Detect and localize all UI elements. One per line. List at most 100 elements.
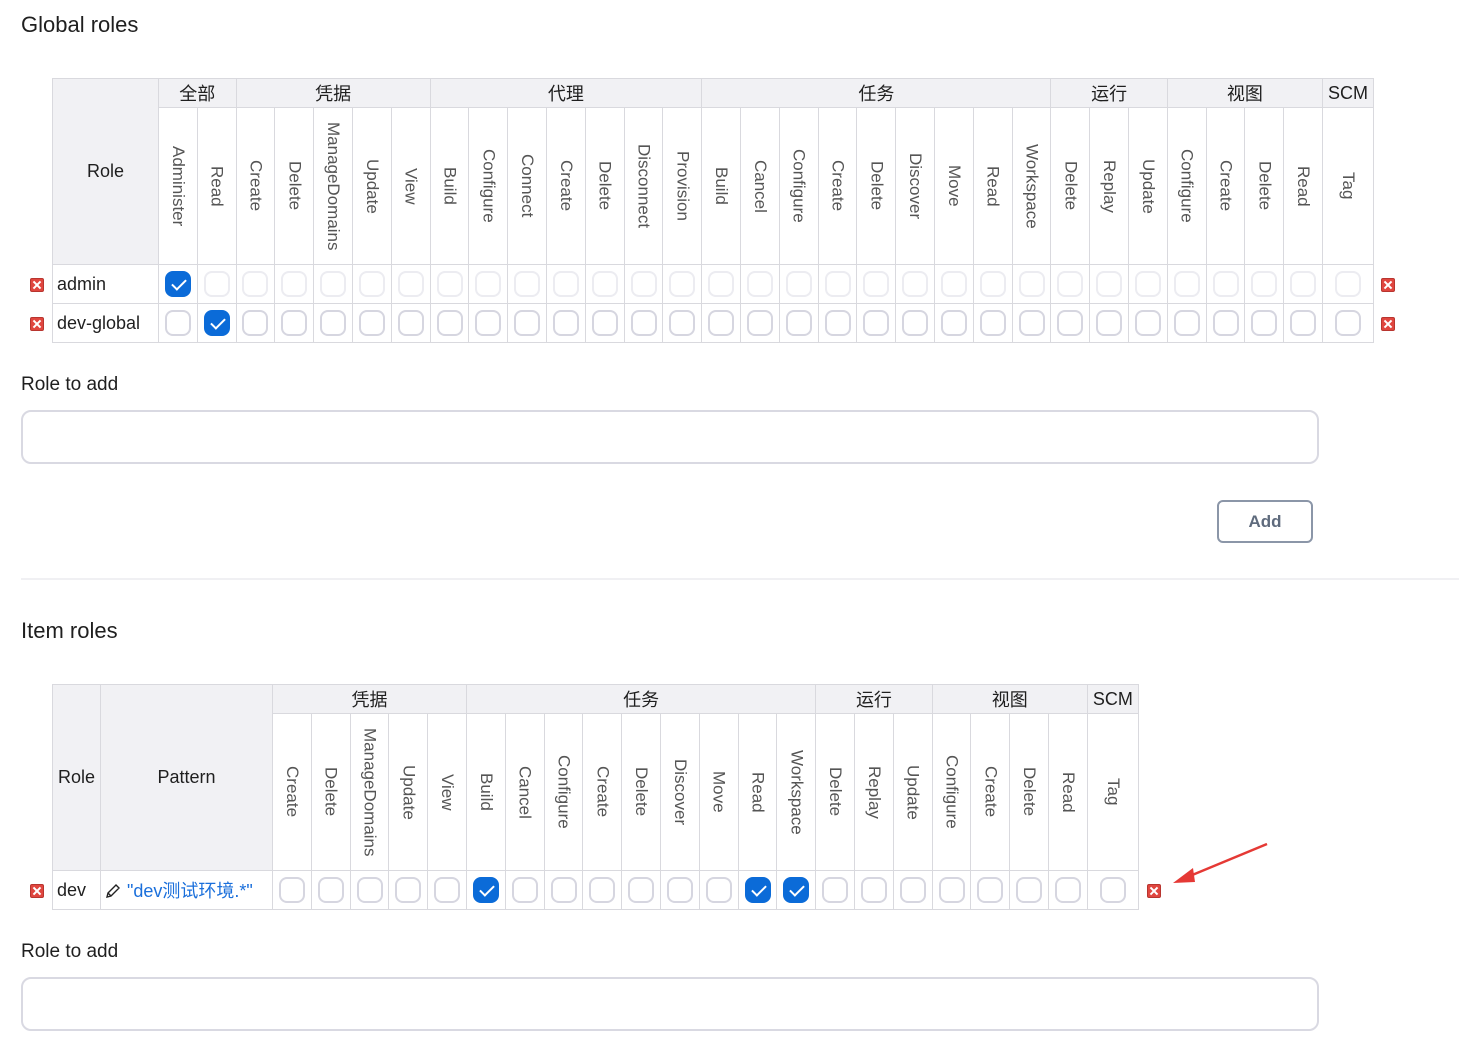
permission-checkbox[interactable] bbox=[708, 271, 735, 297]
permission-checkbox[interactable] bbox=[1018, 271, 1045, 297]
permission-checkbox[interactable] bbox=[705, 877, 732, 903]
permission-checkbox[interactable] bbox=[628, 877, 655, 903]
permission-checkbox-checked[interactable] bbox=[783, 877, 810, 903]
delete-icon[interactable] bbox=[1381, 278, 1395, 292]
permission-checkbox[interactable] bbox=[902, 271, 929, 297]
pattern-link[interactable]: "dev测试环境.*" bbox=[127, 881, 253, 901]
permission-checkbox[interactable] bbox=[1057, 271, 1084, 297]
permission-checkbox[interactable] bbox=[1212, 271, 1239, 297]
permission-checkbox[interactable] bbox=[475, 271, 502, 297]
delete-icon[interactable] bbox=[30, 278, 44, 292]
permission-checkbox[interactable] bbox=[746, 310, 773, 336]
permission-checkbox[interactable] bbox=[824, 310, 851, 336]
item-role-to-add-input[interactable] bbox=[21, 977, 1319, 1031]
permission-checkbox[interactable] bbox=[1018, 310, 1045, 336]
delete-icon[interactable] bbox=[30, 884, 44, 898]
permission-checkbox[interactable] bbox=[397, 271, 424, 297]
role-name: dev-global bbox=[52, 303, 159, 343]
permission-checkbox[interactable] bbox=[1054, 877, 1081, 903]
permission-checkbox[interactable] bbox=[902, 310, 929, 336]
permission-checkbox-checked[interactable] bbox=[472, 877, 499, 903]
permission-checkbox[interactable] bbox=[591, 271, 618, 297]
permission-checkbox[interactable] bbox=[822, 877, 849, 903]
permission-checkbox[interactable] bbox=[669, 271, 696, 297]
permission-checkbox[interactable] bbox=[1096, 271, 1123, 297]
permission-checkbox[interactable] bbox=[317, 877, 344, 903]
permission-cell bbox=[1011, 264, 1052, 304]
permission-checkbox[interactable] bbox=[358, 310, 385, 336]
permission-checkbox[interactable] bbox=[1134, 310, 1161, 336]
permission-checkbox[interactable] bbox=[630, 271, 657, 297]
permission-checkbox[interactable] bbox=[785, 310, 812, 336]
permission-checkbox[interactable] bbox=[434, 877, 461, 903]
permission-checkbox[interactable] bbox=[320, 271, 347, 297]
permission-checkbox[interactable] bbox=[281, 271, 308, 297]
permission-checkbox[interactable] bbox=[938, 877, 965, 903]
permission-checkbox[interactable] bbox=[281, 310, 308, 336]
permission-checkbox[interactable] bbox=[708, 310, 735, 336]
global-role-to-add-input[interactable] bbox=[21, 410, 1319, 464]
permission-checkbox[interactable] bbox=[278, 877, 305, 903]
pencil-icon[interactable] bbox=[105, 883, 121, 899]
permission-checkbox[interactable] bbox=[1251, 310, 1278, 336]
permission-checkbox[interactable] bbox=[1134, 271, 1161, 297]
permission-checkbox[interactable] bbox=[863, 271, 890, 297]
permission-checkbox[interactable] bbox=[1173, 271, 1200, 297]
delete-icon[interactable] bbox=[1381, 317, 1395, 331]
permission-checkbox[interactable] bbox=[550, 877, 577, 903]
permission-checkbox[interactable] bbox=[977, 877, 1004, 903]
delete-icon[interactable] bbox=[1147, 884, 1161, 898]
permission-checkbox[interactable] bbox=[1335, 271, 1362, 297]
permission-checkbox[interactable] bbox=[1212, 310, 1239, 336]
permission-checkbox[interactable] bbox=[436, 271, 463, 297]
permission-checkbox[interactable] bbox=[899, 877, 926, 903]
permission-checkbox[interactable] bbox=[1057, 310, 1084, 336]
permission-checkbox[interactable] bbox=[514, 271, 541, 297]
permission-checkbox[interactable] bbox=[242, 271, 269, 297]
permission-checkbox[interactable] bbox=[436, 310, 463, 336]
add-button[interactable]: Add bbox=[1217, 500, 1313, 543]
permission-checkbox[interactable] bbox=[940, 310, 967, 336]
permission-checkbox[interactable] bbox=[979, 310, 1006, 336]
permission-checkbox[interactable] bbox=[1099, 877, 1126, 903]
permission-checkbox[interactable] bbox=[1335, 310, 1362, 336]
permission-checkbox[interactable] bbox=[591, 310, 618, 336]
permission-checkbox[interactable] bbox=[552, 271, 579, 297]
permission-checkbox[interactable] bbox=[552, 310, 579, 336]
permission-checkbox[interactable] bbox=[1016, 877, 1043, 903]
permission-checkbox[interactable] bbox=[164, 310, 191, 336]
permission-checkbox[interactable] bbox=[203, 271, 230, 297]
delete-icon[interactable] bbox=[30, 317, 44, 331]
permission-checkbox[interactable] bbox=[1290, 271, 1317, 297]
permission-checkbox-checked[interactable] bbox=[203, 310, 230, 336]
permission-checkbox[interactable] bbox=[395, 877, 422, 903]
permission-checkbox[interactable] bbox=[475, 310, 502, 336]
permission-checkbox-checked[interactable] bbox=[744, 877, 771, 903]
permission-checkbox[interactable] bbox=[940, 271, 967, 297]
permission-checkbox[interactable] bbox=[746, 271, 773, 297]
permission-checkbox[interactable] bbox=[358, 271, 385, 297]
permission-checkbox[interactable] bbox=[979, 271, 1006, 297]
permission-cell bbox=[934, 264, 974, 304]
permission-checkbox[interactable] bbox=[785, 271, 812, 297]
pattern-cell[interactable]: "dev测试环境.*" bbox=[99, 870, 274, 910]
permission-checkbox-checked[interactable] bbox=[164, 271, 191, 297]
permission-checkbox[interactable] bbox=[669, 310, 696, 336]
permission-checkbox[interactable] bbox=[860, 877, 887, 903]
permission-checkbox[interactable] bbox=[589, 877, 616, 903]
permission-checkbox[interactable] bbox=[242, 310, 269, 336]
permission-checkbox[interactable] bbox=[514, 310, 541, 336]
permission-label: Configure bbox=[554, 755, 574, 829]
permission-checkbox[interactable] bbox=[356, 877, 383, 903]
permission-checkbox[interactable] bbox=[1290, 310, 1317, 336]
permission-checkbox[interactable] bbox=[397, 310, 424, 336]
permission-checkbox[interactable] bbox=[511, 877, 538, 903]
permission-checkbox[interactable] bbox=[863, 310, 890, 336]
permission-checkbox[interactable] bbox=[1096, 310, 1123, 336]
permission-checkbox[interactable] bbox=[630, 310, 657, 336]
permission-checkbox[interactable] bbox=[824, 271, 851, 297]
permission-checkbox[interactable] bbox=[1251, 271, 1278, 297]
permission-checkbox[interactable] bbox=[320, 310, 347, 336]
permission-checkbox[interactable] bbox=[1173, 310, 1200, 336]
permission-checkbox[interactable] bbox=[666, 877, 693, 903]
